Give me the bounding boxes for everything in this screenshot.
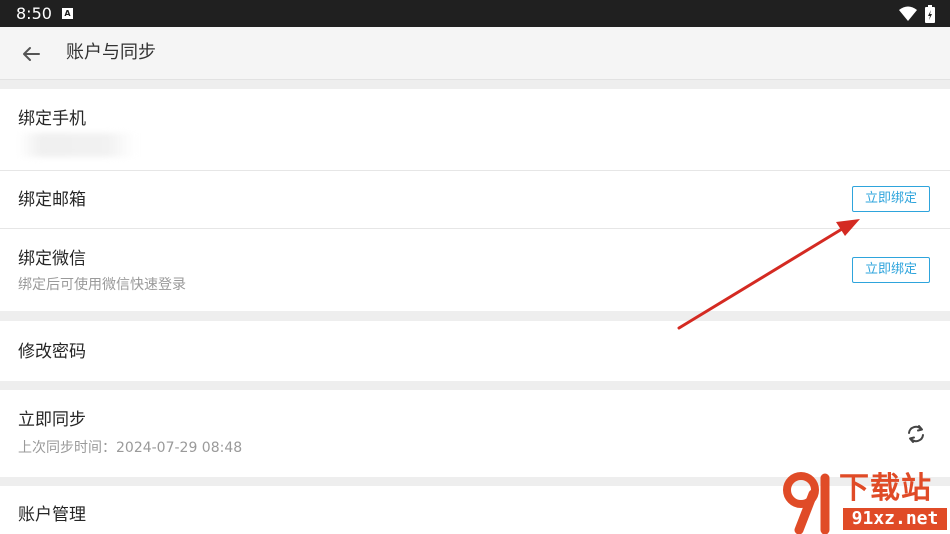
watermark-brand: 下载站 — [839, 471, 932, 506]
back-arrow-icon[interactable] — [14, 37, 48, 71]
status-bar: 8:50 A — [0, 0, 950, 27]
sync-now-label: 立即同步 — [18, 410, 86, 430]
watermark-logo-icon — [783, 472, 830, 534]
site-watermark: 下载站 91xz.net — [779, 470, 950, 534]
bind-email-button[interactable]: 立即绑定 — [852, 186, 930, 212]
page-title: 账户与同步 — [66, 42, 156, 63]
bind-email-label: 绑定邮箱 — [18, 190, 86, 210]
bind-wechat-button[interactable]: 立即绑定 — [852, 257, 930, 283]
bind-email-row[interactable]: 绑定邮箱 立即绑定 — [0, 171, 950, 228]
bind-wechat-subtitle: 绑定后可使用微信快速登录 — [18, 277, 186, 293]
watermark-url: 91xz.net — [843, 508, 947, 530]
change-password-label: 修改密码 — [18, 342, 86, 362]
bind-phone-label: 绑定手机 — [18, 109, 86, 129]
last-sync-time: 上次同步时间：2024-07-29 08:48 — [18, 440, 243, 456]
app-bar: 账户与同步 — [0, 27, 950, 80]
bind-wechat-label: 绑定微信 — [18, 249, 86, 269]
battery-icon — [925, 5, 935, 23]
wifi-icon — [899, 6, 917, 21]
account-manage-label: 账户管理 — [18, 505, 86, 525]
bind-wechat-row[interactable]: 绑定微信 绑定后可使用微信快速登录 立即绑定 — [0, 229, 950, 311]
notification-a-icon: A — [62, 8, 73, 19]
blurred-phone-number — [18, 133, 136, 157]
change-password-row[interactable]: 修改密码 — [0, 321, 950, 381]
sync-icon[interactable] — [904, 422, 928, 446]
bind-phone-row[interactable]: 绑定手机 — [0, 89, 950, 170]
sync-now-row[interactable]: 立即同步 上次同步时间：2024-07-29 08:48 — [0, 390, 950, 477]
status-time: 8:50 — [16, 4, 52, 23]
